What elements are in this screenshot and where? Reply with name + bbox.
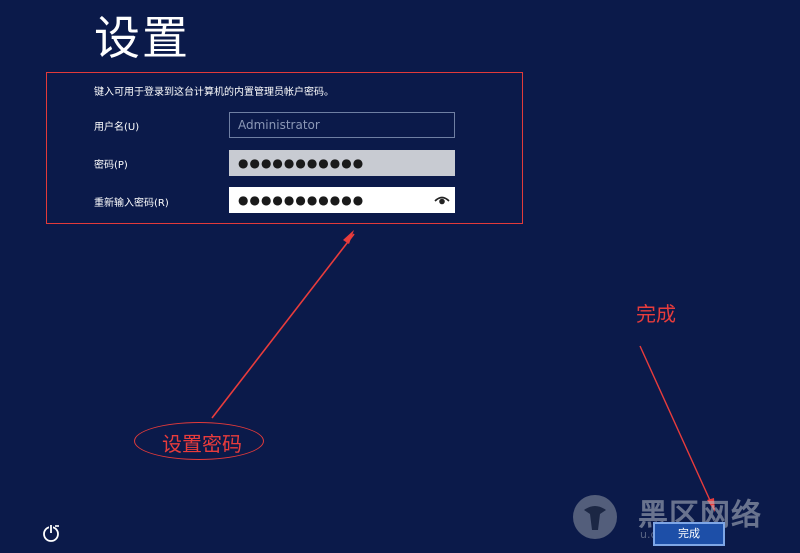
ease-of-access-icon[interactable] <box>40 522 62 544</box>
annotation-finish: 完成 <box>636 302 676 326</box>
arrow-to-password-box <box>211 233 355 419</box>
annotation-set-password: 设置密码 <box>162 432 242 456</box>
arrow-to-finish-button <box>639 345 714 508</box>
finish-button[interactable]: 完成 <box>653 522 725 546</box>
annotation-arrows <box>211 230 715 512</box>
